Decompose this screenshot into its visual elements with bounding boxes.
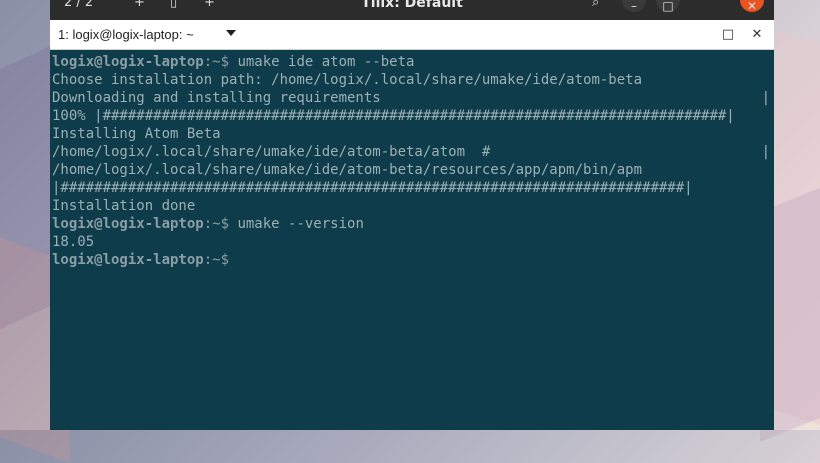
- prompt-path: :~$: [203, 216, 230, 232]
- maximize-terminal-button[interactable]: □: [718, 25, 738, 45]
- line-text: 100% |##################################…: [52, 108, 735, 124]
- line-text: umake ide atom --beta: [229, 54, 415, 70]
- maximize-button[interactable]: □: [656, 0, 680, 12]
- terminal-line: Installation done: [52, 197, 774, 215]
- prompt-path: :~$: [203, 252, 230, 268]
- terminal-line: logix@logix-laptop:~$ umake ide atom --b…: [52, 53, 774, 71]
- prompt-user: logix@logix-laptop: [52, 216, 204, 232]
- terminal-line: Downloading and installing requirements |: [52, 89, 774, 107]
- progress-bar-end: |: [761, 90, 770, 106]
- close-icon: ✕: [746, 0, 758, 13]
- terminal-line: 18.05: [52, 233, 774, 251]
- terminal-output[interactable]: logix@logix-laptop:~$ umake ide atom --b…: [50, 51, 774, 430]
- close-terminal-button[interactable]: ✕: [747, 25, 767, 45]
- line-text: Choose installation path: /home/logix/.l…: [52, 72, 643, 88]
- line-text: Downloading and installing requirements: [52, 90, 381, 106]
- terminal-line: /home/logix/.local/share/umake/ide/atom-…: [52, 143, 774, 161]
- line-text: Installing Atom Beta: [52, 126, 221, 142]
- session-tabbar: 1: logix@logix-laptop: ~ □ ✕: [50, 20, 774, 50]
- progress-bar-end: |: [761, 144, 770, 160]
- session-title[interactable]: 1: logix@logix-laptop: ~: [58, 27, 194, 42]
- search-icon[interactable]: ⌕: [592, 0, 599, 20]
- terminal-window: 2 / 2 + ▯ + Tilix: Default ⌕ – □ ✕ 1: lo…: [50, 0, 774, 430]
- line-text: 18.05: [52, 234, 95, 250]
- maximize-icon: □: [662, 0, 674, 13]
- line-text: /home/logix/.local/share/umake/ide/atom-…: [52, 144, 491, 160]
- line-text: /home/logix/.local/share/umake/ide/atom-…: [52, 162, 643, 178]
- line-text: |#######################################…: [52, 180, 693, 196]
- prompt-user: logix@logix-laptop: [52, 252, 204, 268]
- line-text: Installation done: [52, 198, 196, 214]
- terminal-line: /home/logix/.local/share/umake/ide/atom-…: [52, 161, 774, 179]
- minimize-icon: –: [631, 0, 637, 13]
- window-titlebar: 2 / 2 + ▯ + Tilix: Default ⌕ – □ ✕: [50, 0, 774, 20]
- prompt-path: :~$: [203, 54, 230, 70]
- terminal-line: Installing Atom Beta: [52, 125, 774, 143]
- terminal-line: |#######################################…: [52, 179, 774, 197]
- minimize-button[interactable]: –: [622, 0, 646, 12]
- close-button[interactable]: ✕: [740, 0, 764, 12]
- terminal-line: Choose installation path: /home/logix/.l…: [52, 71, 774, 89]
- terminal-line: 100% |##################################…: [52, 107, 774, 125]
- prompt-user: logix@logix-laptop: [52, 54, 204, 70]
- terminal-line: logix@logix-laptop:~$ umake --version: [52, 215, 774, 233]
- line-text: umake --version: [229, 216, 364, 232]
- chevron-down-icon[interactable]: [226, 30, 236, 36]
- terminal-line: logix@logix-laptop:~$: [52, 251, 774, 269]
